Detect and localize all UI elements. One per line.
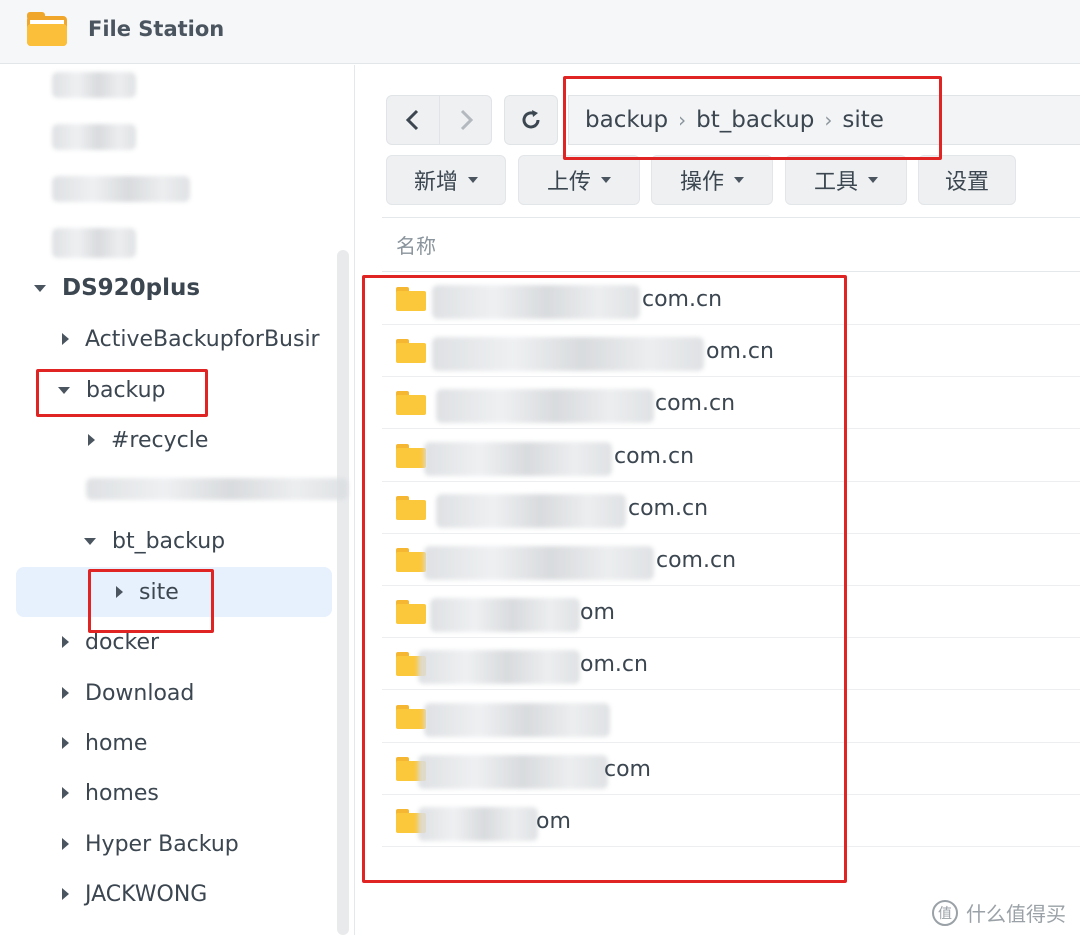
dropdown-caret-icon bbox=[734, 177, 744, 183]
collapse-arrow-icon[interactable] bbox=[34, 284, 46, 292]
back-button[interactable] bbox=[386, 95, 440, 145]
expand-arrow-icon[interactable] bbox=[62, 687, 69, 699]
tree-item-label: docker bbox=[85, 629, 160, 655]
action-button-label: 操作 bbox=[679, 170, 724, 195]
dropdown-caret-icon bbox=[868, 177, 878, 183]
tree-item-activebackup[interactable]: ActiveBackupforBusir bbox=[62, 315, 320, 363]
expand-arrow-icon[interactable] bbox=[62, 333, 69, 345]
title-bar: File Station bbox=[0, 0, 1080, 64]
upload-button[interactable]: 上传 bbox=[518, 155, 640, 205]
tree-item-label: Download bbox=[85, 680, 195, 706]
blurred-tree-item bbox=[52, 176, 190, 202]
column-header-label: 名称 bbox=[396, 234, 436, 258]
settings-button-label: 设置 bbox=[944, 170, 989, 195]
tree-item-label: #recycle bbox=[111, 427, 209, 453]
tree-item-label: home bbox=[85, 730, 148, 756]
expand-arrow-icon[interactable] bbox=[62, 737, 69, 749]
action-button[interactable]: 操作 bbox=[651, 155, 773, 205]
tree-item-recycle[interactable]: #recycle bbox=[88, 416, 208, 464]
forward-button[interactable] bbox=[440, 95, 492, 145]
expand-arrow-icon[interactable] bbox=[62, 888, 69, 900]
watermark-logo-icon: 值 bbox=[932, 899, 958, 926]
chevron-right-icon bbox=[460, 109, 473, 131]
expand-arrow-icon[interactable] bbox=[62, 787, 69, 799]
annotation-box-site bbox=[88, 569, 214, 633]
collapse-arrow-icon[interactable] bbox=[84, 537, 96, 545]
blurred-tree-item bbox=[52, 72, 136, 98]
dropdown-caret-icon bbox=[468, 177, 478, 183]
tree-item-label: Hyper Backup bbox=[85, 831, 239, 857]
create-button-label: 新增 bbox=[413, 170, 458, 195]
refresh-button[interactable] bbox=[504, 95, 558, 145]
tree-item-homes[interactable]: homes bbox=[62, 769, 159, 817]
dropdown-caret-icon bbox=[601, 177, 611, 183]
upload-button-label: 上传 bbox=[546, 170, 591, 195]
tree-item-hyper-backup[interactable]: Hyper Backup bbox=[62, 820, 239, 868]
tree-root-label: DS920plus bbox=[62, 275, 201, 301]
expand-arrow-icon[interactable] bbox=[62, 636, 69, 648]
expand-arrow-icon[interactable] bbox=[62, 838, 69, 850]
tools-button[interactable]: 工具 bbox=[785, 155, 907, 205]
tree-item-label: JACKWONG bbox=[85, 881, 208, 907]
tree-item-jackwong[interactable]: JACKWONG bbox=[62, 870, 207, 918]
tree-item-label: homes bbox=[85, 780, 159, 806]
refresh-icon bbox=[522, 110, 540, 129]
watermark-text: 什么值得买 bbox=[966, 902, 1066, 926]
tree-item-download[interactable]: Download bbox=[62, 669, 194, 717]
app-title: File Station bbox=[88, 17, 225, 41]
tools-button-label: 工具 bbox=[813, 170, 858, 195]
annotation-box-breadcrumb bbox=[563, 76, 942, 160]
file-station-icon bbox=[26, 12, 70, 48]
tree-item-home[interactable]: home bbox=[62, 719, 147, 767]
blurred-tree-item bbox=[86, 478, 348, 500]
tree-root-ds920plus[interactable]: DS920plus bbox=[34, 264, 200, 312]
blurred-tree-item bbox=[52, 228, 136, 258]
tree-item-label: bt_backup bbox=[112, 528, 226, 554]
blurred-tree-item bbox=[52, 124, 136, 150]
chevron-left-icon bbox=[405, 109, 419, 131]
tree-scrollbar[interactable] bbox=[337, 250, 349, 935]
settings-button[interactable]: 设置 bbox=[918, 155, 1016, 205]
annotation-box-file-list bbox=[362, 275, 847, 883]
expand-arrow-icon[interactable] bbox=[88, 434, 95, 446]
annotation-box-backup bbox=[36, 369, 208, 417]
create-button[interactable]: 新增 bbox=[386, 155, 506, 205]
watermark: 值 什么值得买 bbox=[932, 898, 1066, 927]
column-header-name[interactable]: 名称 bbox=[382, 217, 1080, 272]
tree-item-label: ActiveBackupforBusir bbox=[85, 326, 320, 352]
tree-item-bt-backup[interactable]: bt_backup bbox=[84, 517, 225, 565]
